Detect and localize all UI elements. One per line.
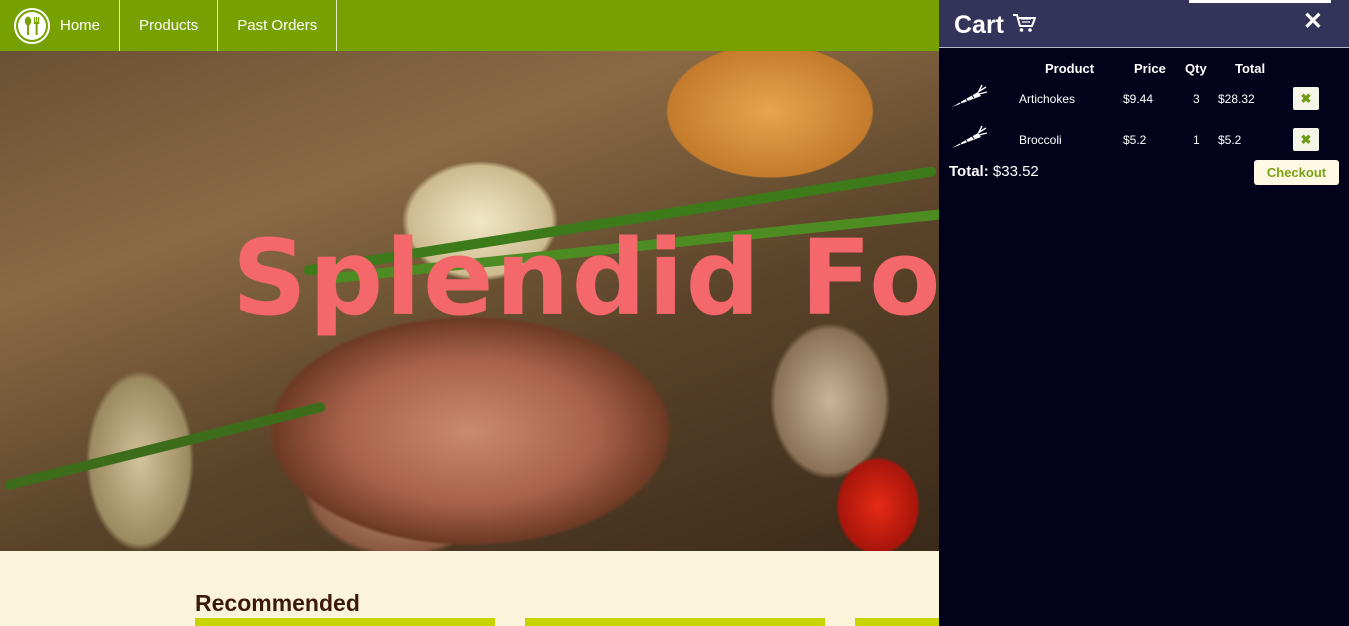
nav-products-label: Products (139, 17, 199, 34)
hero-scallion-3 (3, 401, 327, 491)
cart-item-product: Artichokes (1019, 92, 1076, 106)
shopping-cart-icon (1012, 11, 1037, 40)
cart-total-value: $33.52 (992, 163, 1039, 180)
cart-header: Cart ✕ (939, 0, 1349, 48)
cart-col-price: Price (1134, 61, 1166, 76)
hero-title: Splendid Fo (232, 217, 939, 339)
cart-col-total: Total (1235, 61, 1266, 76)
remove-icon[interactable]: ✖ (1293, 87, 1319, 110)
cart-item-total: $5.2 (1218, 133, 1242, 147)
cart-item-price: $5.2 (1123, 133, 1147, 147)
logo-circle (14, 7, 50, 44)
carrot-icon (950, 84, 988, 115)
logo[interactable] (8, 0, 56, 51)
cart-header-accent (1189, 0, 1331, 3)
cart-item-price: $9.44 (1123, 92, 1154, 106)
nav-home-label: Home (60, 17, 101, 34)
nav-past-orders[interactable]: Past Orders (218, 0, 338, 51)
cart-row: Artichokes $9.44 3 $28.32 ✖ (939, 84, 1349, 114)
cart-col-qty: Qty (1185, 61, 1207, 76)
cart-total-label: Total: (949, 163, 989, 180)
close-icon[interactable]: ✕ (1303, 10, 1323, 34)
cart-item-product: Broccoli (1019, 133, 1062, 147)
cart-panel: Cart ✕ Product Price Qty Total Artichoke… (939, 0, 1349, 626)
cart-total: Total: $33.52 (949, 163, 1039, 180)
nav-past-orders-label: Past Orders (237, 17, 318, 34)
cart-col-product: Product (1045, 61, 1095, 76)
nav-products[interactable]: Products (120, 0, 219, 51)
cart-item-qty: 1 (1193, 133, 1200, 147)
cart-title-label: Cart (954, 11, 1005, 39)
checkout-button[interactable]: Checkout (1254, 160, 1339, 185)
cart-item-qty: 3 (1193, 92, 1200, 106)
recommended-card-1[interactable] (195, 618, 495, 626)
cart-item-total: $28.32 (1218, 92, 1255, 106)
nav-home[interactable]: Home (56, 0, 121, 51)
cart-title: Cart (954, 11, 1037, 40)
remove-icon[interactable]: ✖ (1293, 128, 1319, 151)
carrot-icon (950, 125, 988, 156)
fork-spoon-icon (18, 11, 46, 40)
recommended-card-3[interactable] (855, 618, 939, 626)
recommended-card-2[interactable] (525, 618, 825, 626)
cart-row: Broccoli $5.2 1 $5.2 ✖ (939, 125, 1349, 155)
top-nav: Home Products Past Orders (0, 0, 939, 51)
section-title-recommended: Recommended (195, 590, 360, 616)
hero-banner: Splendid Fo (0, 51, 939, 551)
